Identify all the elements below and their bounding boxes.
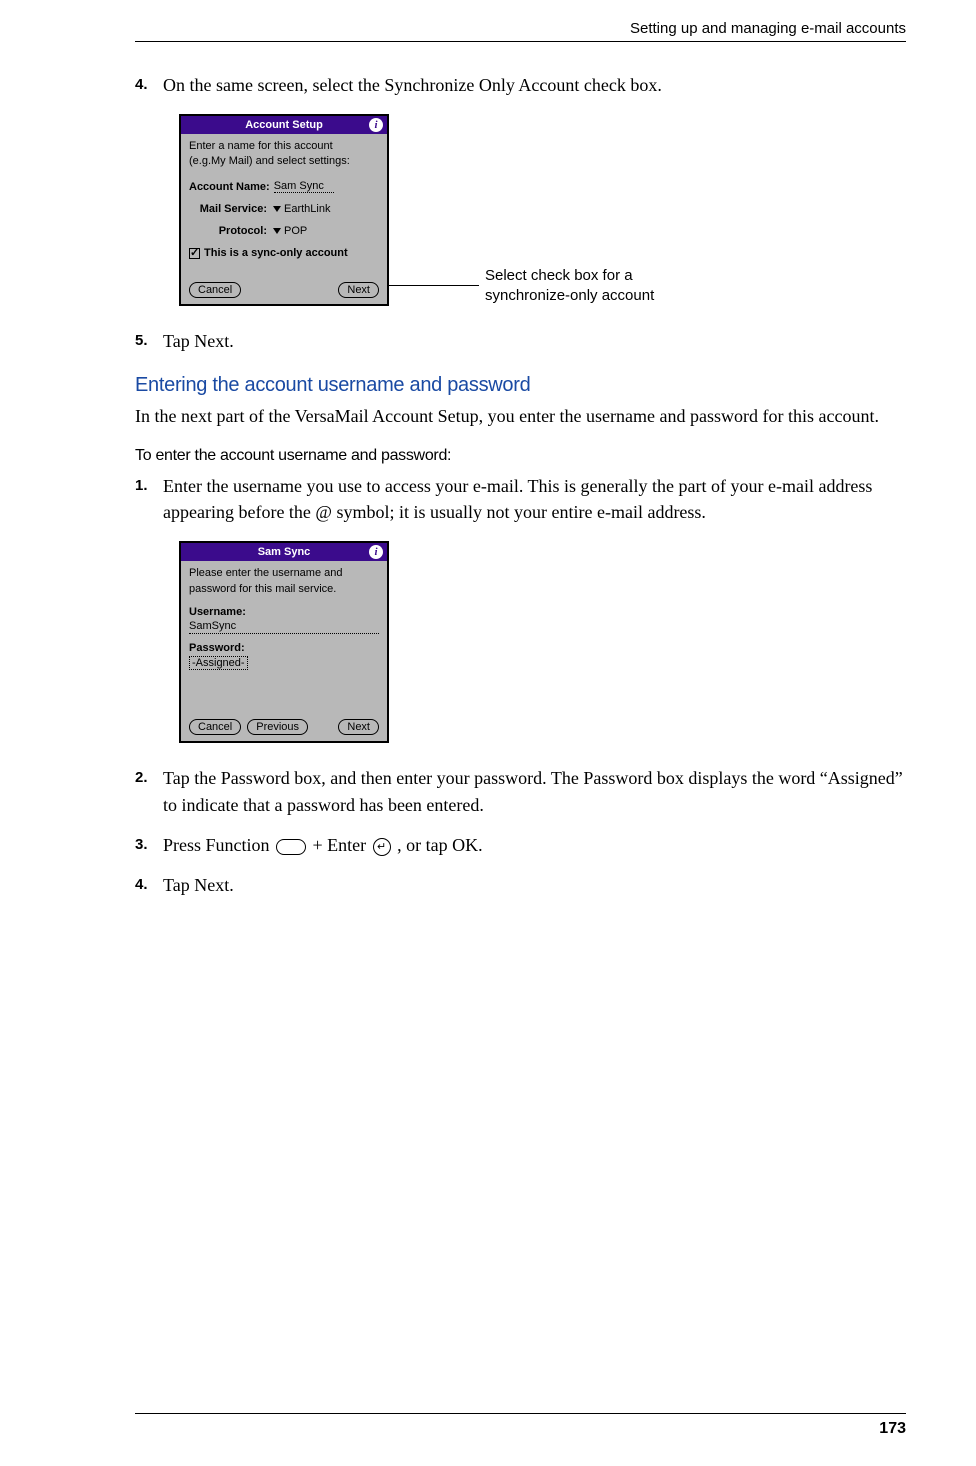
- step-number: 3.: [135, 834, 163, 856]
- info-icon[interactable]: i: [369, 118, 383, 132]
- figure-username: Sam Sync i Please enter the username and…: [179, 541, 906, 743]
- dropdown-arrow-icon[interactable]: [273, 228, 281, 234]
- step-text: Enter the username you use to access you…: [163, 473, 906, 525]
- step-number: 4.: [135, 74, 163, 96]
- page-number: 173: [879, 1420, 906, 1438]
- instruction-text-2: (e.g.My Mail) and select settings:: [189, 155, 379, 168]
- figure-account-setup: Account Setup i Enter a name for this ac…: [179, 114, 906, 306]
- step-number: 4.: [135, 874, 163, 896]
- info-icon[interactable]: i: [369, 545, 383, 559]
- palm-screen-username: Sam Sync i Please enter the username and…: [179, 541, 389, 743]
- password-label: Password:: [189, 642, 379, 654]
- enter-step-4: 4. Tap Next.: [135, 872, 906, 898]
- enter-step-2: 2. Tap the Password box, and then enter …: [135, 765, 906, 817]
- palm-title: Account Setup: [199, 119, 369, 131]
- step-text: Tap Next.: [163, 872, 906, 898]
- body-paragraph: In the next part of the VersaMail Accoun…: [135, 403, 906, 429]
- step-number: 2.: [135, 767, 163, 789]
- next-button[interactable]: Next: [338, 282, 379, 298]
- step-number: 5.: [135, 330, 163, 352]
- palm-body: Please enter the username and password f…: [181, 561, 387, 741]
- step-text: Tap Next.: [163, 328, 906, 354]
- mail-service-value[interactable]: EarthLink: [284, 203, 330, 215]
- step3-text-c: , or tap OK.: [397, 835, 482, 855]
- enter-step-3: 3. Press Function + Enter ↵ , or tap OK.: [135, 832, 906, 858]
- account-name-label: Account Name:: [189, 181, 270, 193]
- section-title: Setting up and managing e-mail accounts: [630, 20, 906, 37]
- protocol-label: Protocol:: [189, 225, 267, 237]
- previous-button[interactable]: Previous: [247, 719, 308, 735]
- page-header: Setting up and managing e-mail accounts: [135, 20, 906, 42]
- mail-service-row: Mail Service: EarthLink: [189, 203, 379, 215]
- function-key-icon: [276, 839, 306, 855]
- step-4: 4. On the same screen, select the Synchr…: [135, 72, 906, 98]
- account-name-input[interactable]: Sam Sync: [274, 180, 334, 193]
- next-button[interactable]: Next: [338, 719, 379, 735]
- step3-text-a: Press Function: [163, 835, 274, 855]
- callout-text: Select check box for a synchronize-only …: [485, 266, 705, 305]
- step-text: On the same screen, select the Synchroni…: [163, 72, 906, 98]
- protocol-value[interactable]: POP: [284, 225, 307, 237]
- account-name-row: Account Name: Sam Sync: [189, 180, 379, 193]
- sync-only-checkbox[interactable]: [189, 248, 200, 259]
- username-block: Username: SamSync: [189, 606, 379, 634]
- username-label: Username:: [189, 606, 379, 618]
- palm-title: Sam Sync: [199, 546, 369, 558]
- palm-body: Enter a name for this account (e.g.My Ma…: [181, 134, 387, 304]
- instruction-text-2: password for this mail service.: [189, 583, 379, 596]
- button-row: Cancel Previous Next: [189, 709, 379, 735]
- dropdown-arrow-icon[interactable]: [273, 206, 281, 212]
- instruction-text: Enter a name for this account: [189, 140, 379, 153]
- step-5: 5. Tap Next.: [135, 328, 906, 354]
- cancel-button[interactable]: Cancel: [189, 282, 241, 298]
- password-block: Password: -Assigned-: [189, 642, 379, 670]
- palm-screen-account-setup: Account Setup i Enter a name for this ac…: [179, 114, 389, 306]
- protocol-row: Protocol: POP: [189, 225, 379, 237]
- step-text: Press Function + Enter ↵ , or tap OK.: [163, 832, 906, 858]
- enter-key-icon: ↵: [373, 838, 391, 856]
- cancel-button[interactable]: Cancel: [189, 719, 241, 735]
- mail-service-label: Mail Service:: [189, 203, 267, 215]
- step3-text-b: + Enter: [313, 835, 371, 855]
- username-input[interactable]: SamSync: [189, 620, 379, 634]
- callout: Select check box for a synchronize-only …: [389, 266, 705, 305]
- palm-titlebar: Sam Sync i: [181, 543, 387, 561]
- sync-only-row: This is a sync-only account: [189, 247, 379, 259]
- sync-only-label: This is a sync-only account: [204, 247, 348, 259]
- step-number: 1.: [135, 475, 163, 497]
- palm-titlebar: Account Setup i: [181, 116, 387, 134]
- button-row: Cancel Next: [189, 272, 379, 298]
- section-heading: Entering the account username and passwo…: [135, 374, 906, 397]
- password-input[interactable]: -Assigned-: [189, 656, 248, 670]
- step-text: Tap the Password box, and then enter you…: [163, 765, 906, 817]
- instruction-text: Please enter the username and: [189, 567, 379, 580]
- footer-rule: [135, 1413, 906, 1414]
- callout-line: [389, 285, 479, 286]
- enter-step-1: 1. Enter the username you use to access …: [135, 473, 906, 525]
- sub-heading: To enter the account username and passwo…: [135, 447, 906, 465]
